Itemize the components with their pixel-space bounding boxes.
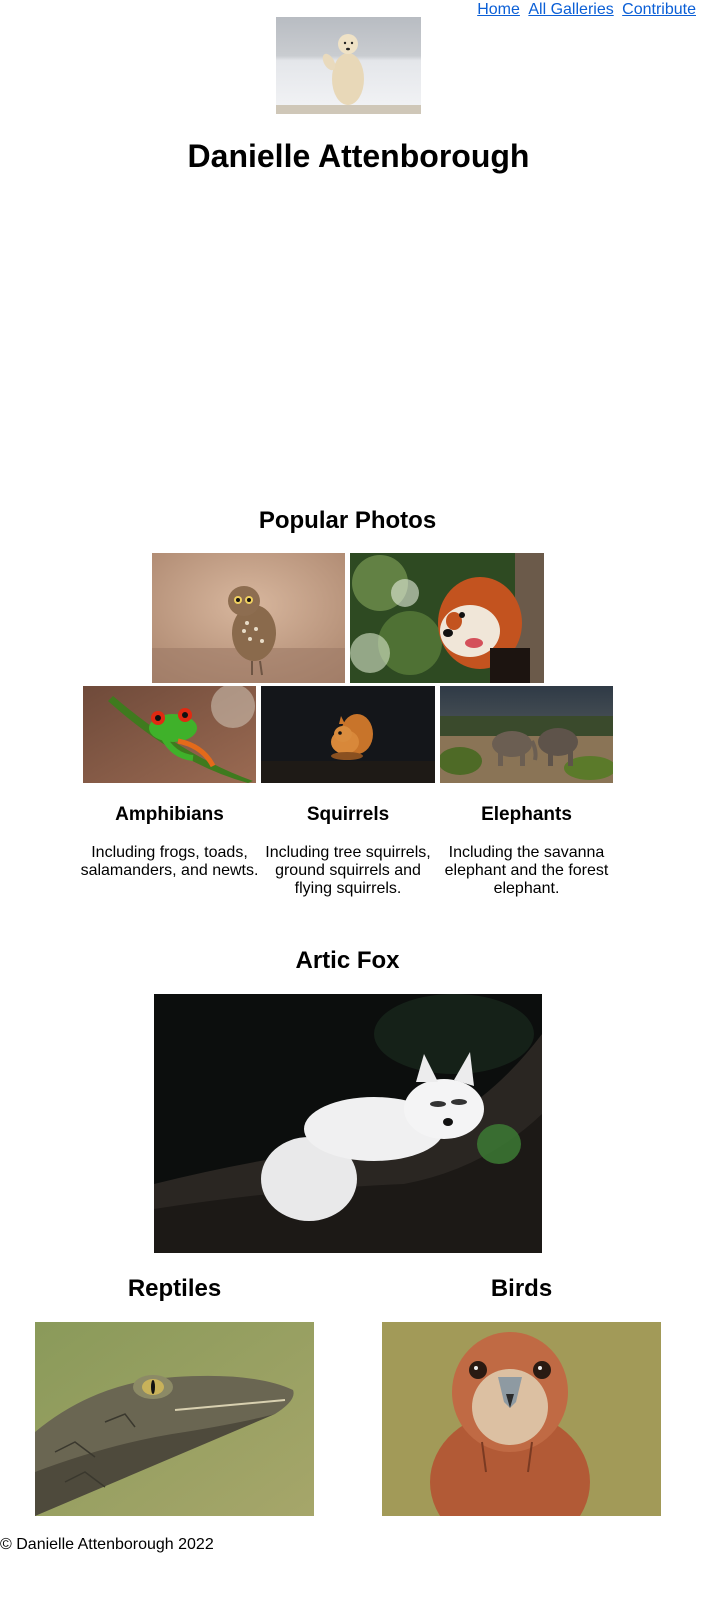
arctic-fox-photo[interactable]	[154, 994, 542, 1253]
birds-heading: Birds	[490, 1275, 553, 1302]
page-title: Danielle Attenborough	[187, 138, 530, 174]
red-panda-photo[interactable]	[350, 553, 544, 683]
nav-link-home[interactable]: Home	[477, 1, 520, 18]
frog-photo[interactable]	[83, 686, 256, 783]
caiman-photo[interactable]	[35, 1322, 314, 1516]
category-title-squirrels[interactable]: Squirrels	[261, 804, 435, 826]
footer-copyright: © Danielle Attenborough 2022	[0, 1536, 214, 1553]
popular-photos-heading: Popular Photos	[258, 507, 437, 534]
hawk-photo[interactable]	[382, 1322, 661, 1516]
category-description-elephants: Including the savanna elephant and the f…	[444, 844, 609, 897]
category-description-amphibians: Including frogs, toads, salamanders, and…	[80, 844, 259, 879]
feature-heading: Artic Fox	[295, 947, 400, 974]
top-nav: Home All Galleries Contribute	[477, 0, 696, 19]
elephants-photo[interactable]	[440, 686, 613, 783]
nav-link-contribute[interactable]: Contribute	[622, 1, 696, 18]
reptiles-heading: Reptiles	[127, 1275, 222, 1302]
category-description-squirrels: Including tree squirrels, ground squirre…	[265, 844, 431, 897]
category-title-amphibians[interactable]: Amphibians	[83, 804, 256, 826]
nav-link-all-galleries[interactable]: All Galleries	[528, 1, 613, 18]
category-title-elephants[interactable]: Elephants	[440, 804, 613, 826]
owl-photo[interactable]	[152, 553, 345, 683]
polar-bear-photo	[276, 17, 421, 114]
squirrel-photo[interactable]	[261, 686, 435, 783]
